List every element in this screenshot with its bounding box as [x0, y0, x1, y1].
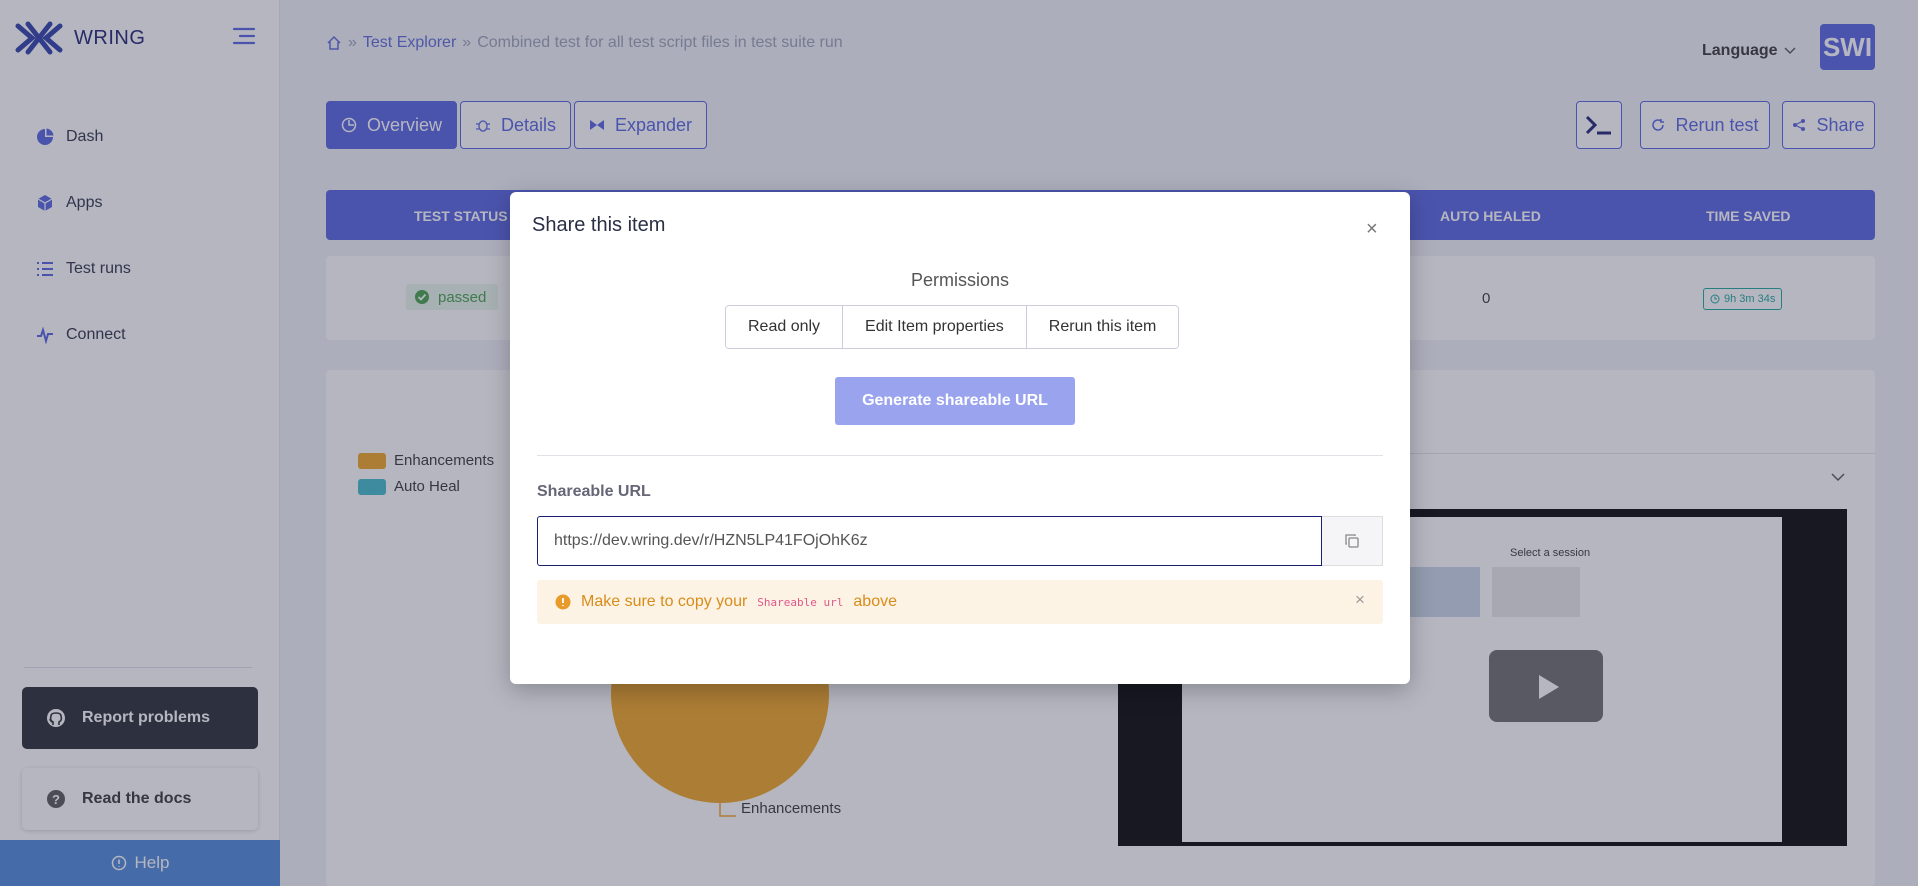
warning-code: Shareable url	[757, 595, 844, 609]
close-icon[interactable]: ×	[1355, 590, 1365, 610]
copy-icon	[1345, 534, 1359, 548]
copy-url-button[interactable]	[1322, 516, 1383, 566]
permission-edit-properties[interactable]: Edit Item properties	[843, 306, 1027, 348]
permission-read-only[interactable]: Read only	[726, 306, 844, 348]
generate-url-button[interactable]: Generate shareable URL	[835, 377, 1075, 425]
share-modal: Share this item × Permissions Read only …	[510, 192, 1410, 684]
modal-backdrop[interactable]: Share this item × Permissions Read only …	[0, 0, 1918, 886]
copy-warning-alert: Make sure to copy your Shareable url abo…	[537, 580, 1383, 624]
modal-title: Share this item	[532, 214, 666, 236]
permissions-title: Permissions	[910, 270, 1010, 290]
close-icon[interactable]: ×	[1366, 218, 1378, 241]
permissions-group: Read only Edit Item properties Rerun thi…	[725, 305, 1180, 349]
modal-divider	[537, 455, 1383, 456]
shareable-url-input[interactable]	[537, 516, 1322, 566]
permission-rerun[interactable]: Rerun this item	[1026, 306, 1179, 348]
shareable-url-label: Shareable URL	[537, 483, 651, 500]
warning-icon	[555, 594, 571, 610]
warning-text-pre: Make sure to copy your	[581, 593, 748, 610]
warning-text-post: above	[853, 593, 897, 610]
